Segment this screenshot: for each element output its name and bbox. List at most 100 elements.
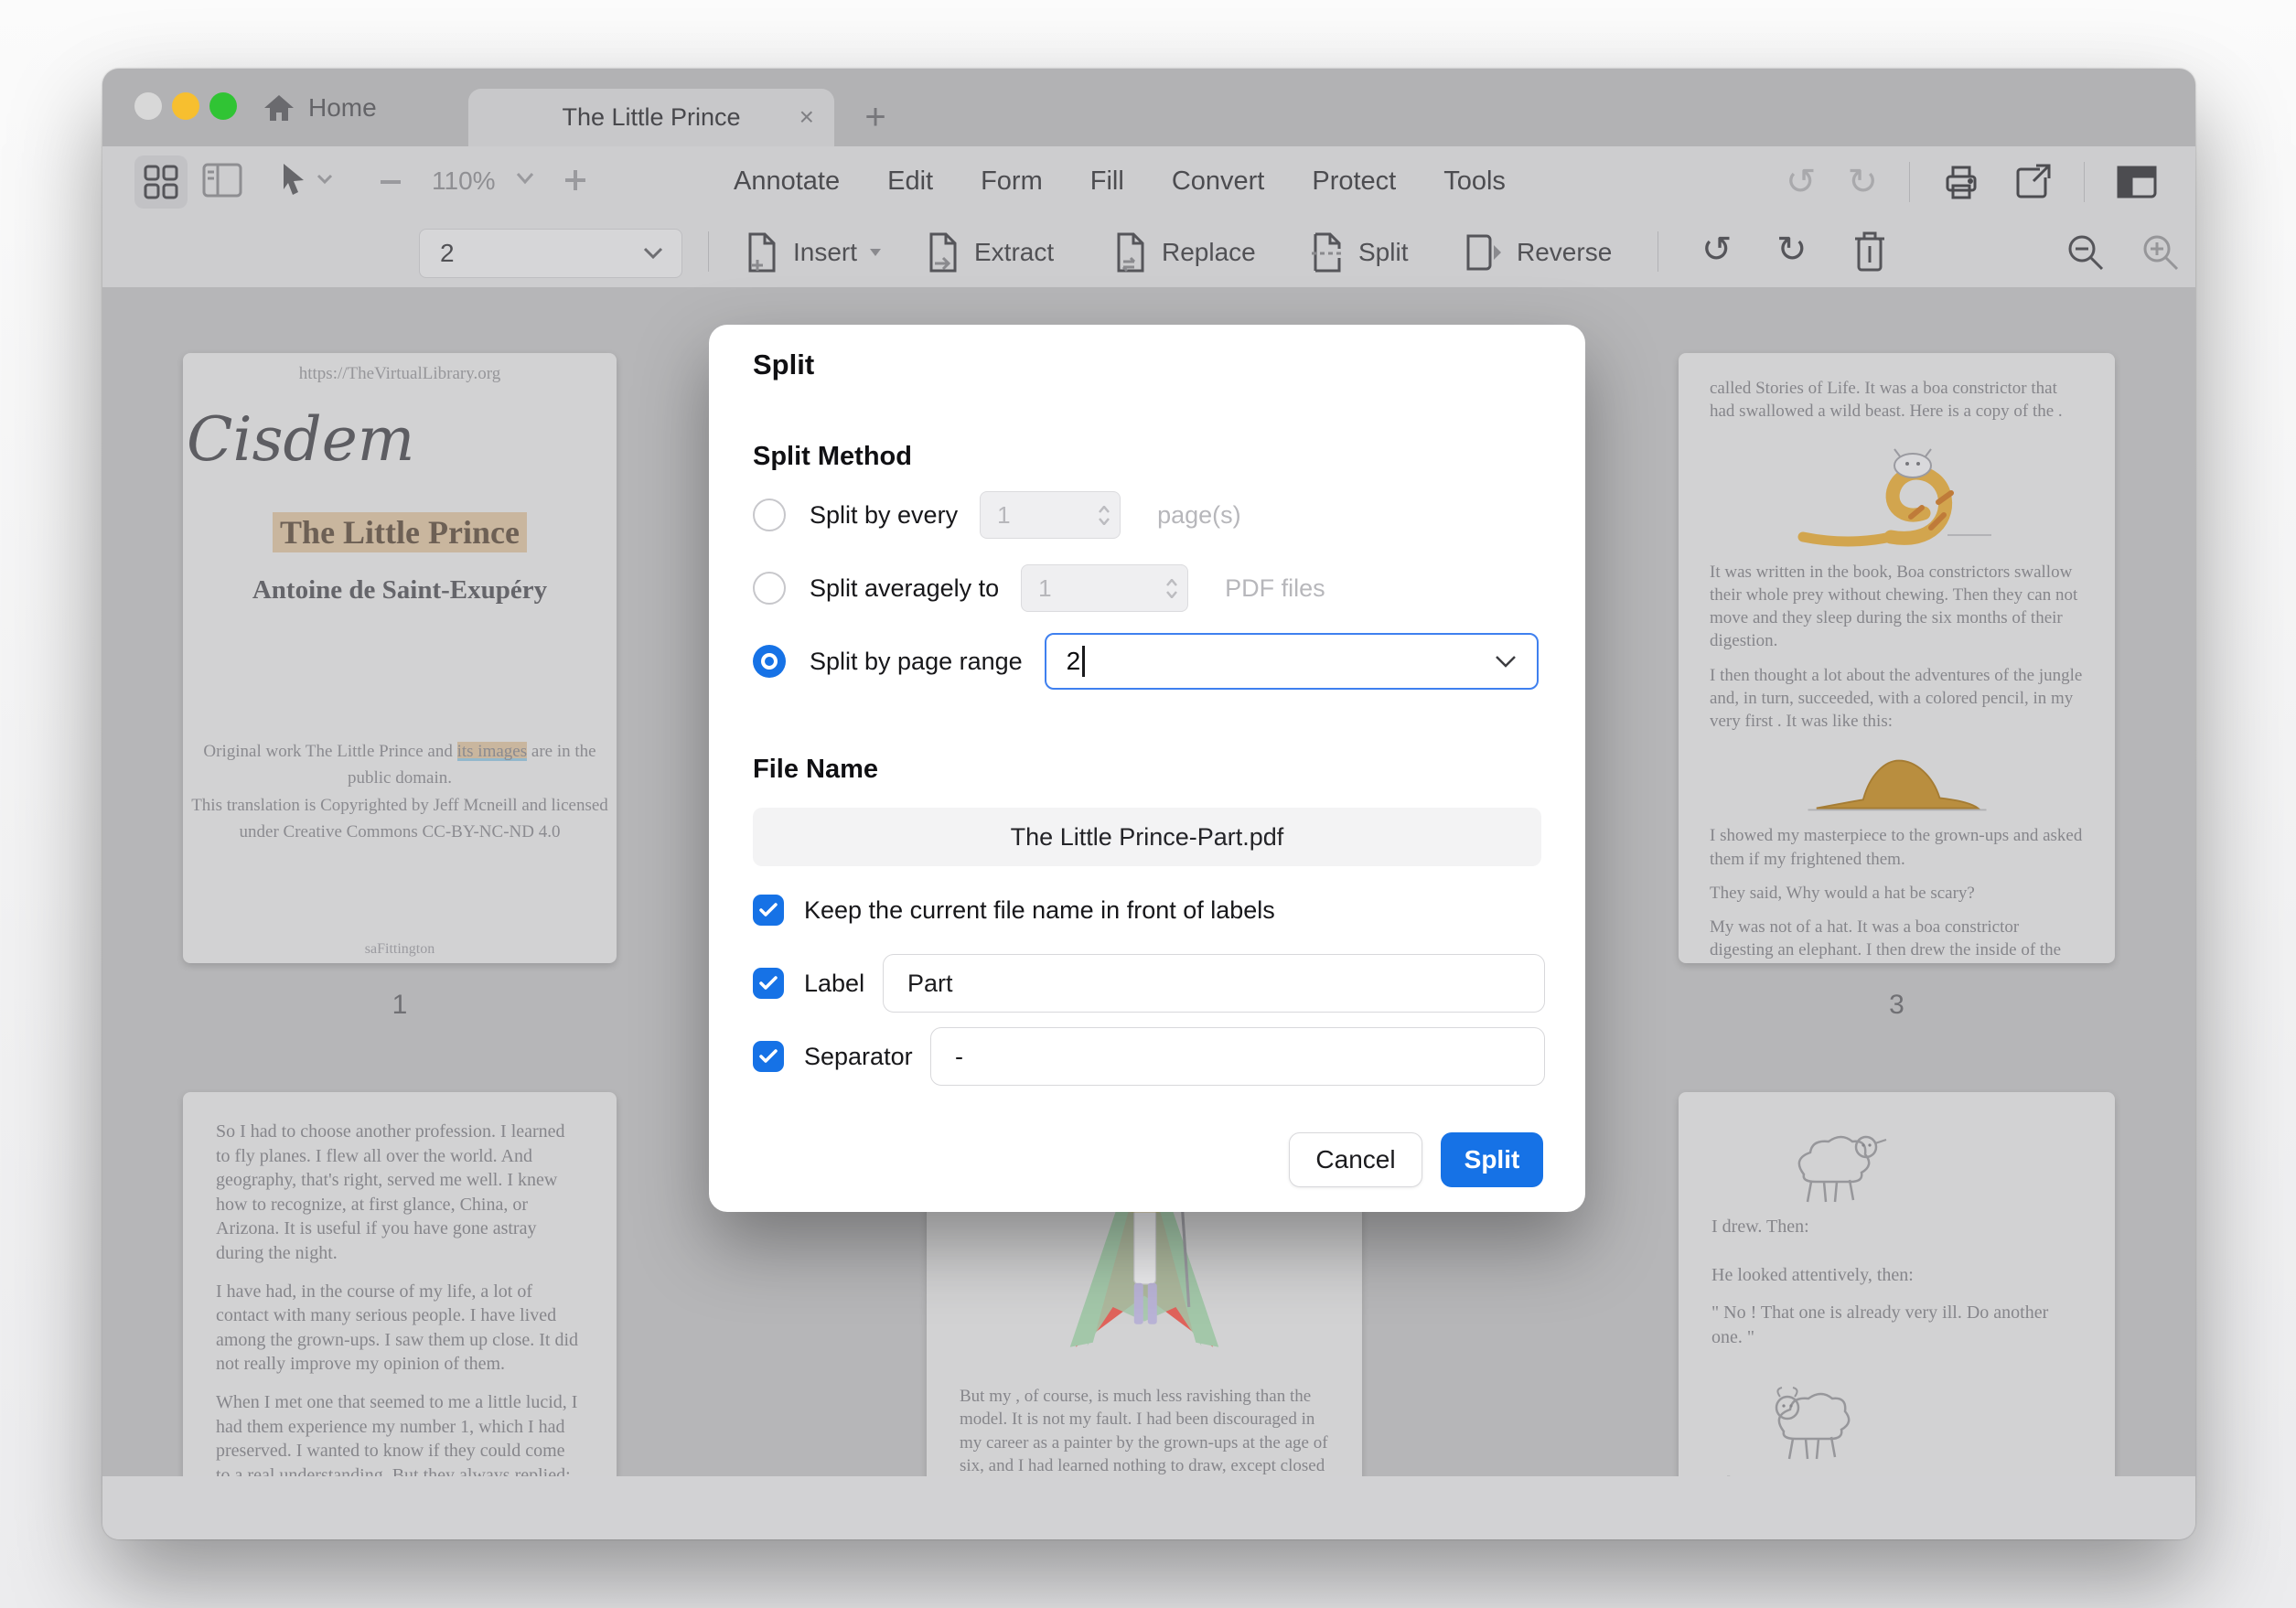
pages-suffix-label: page(s) (1157, 501, 1241, 530)
split-page-button[interactable]: Split (1308, 217, 1408, 287)
chevron-down-icon[interactable] (1495, 655, 1517, 669)
page1-book-title: The Little Prince (183, 513, 617, 552)
zoom-out-toolbar-button[interactable] (377, 168, 404, 196)
split-method-heading: Split Method (753, 442, 912, 472)
cancel-button[interactable]: Cancel (1289, 1132, 1422, 1187)
sidebar-panel-icon (201, 161, 243, 199)
page1-notes: Original work The Little Prince and its … (183, 738, 617, 846)
rotate-right-icon[interactable]: ↻ (1776, 231, 1808, 268)
menu-form[interactable]: Form (981, 166, 1043, 197)
extract-page-button[interactable]: Extract (924, 217, 1054, 287)
page-thumbnail-1[interactable]: https://TheVirtualLibrary.org Cisdem The… (183, 353, 617, 963)
sheep-sketch-2 (1748, 1380, 2082, 1472)
home-icon (263, 93, 295, 123)
sheep-sketch-1 (1772, 1123, 2082, 1215)
replace-page-icon (1111, 230, 1150, 274)
insert-page-button[interactable]: Insert (743, 217, 882, 287)
menu-bar: Annotate Edit Form Fill Convert Protect … (734, 146, 1506, 217)
page-thumbnail-4[interactable]: So I had to choose another profession. I… (183, 1092, 617, 1476)
split-page-label: Split (1358, 238, 1408, 267)
zoom-level-value[interactable]: 110% (432, 166, 496, 196)
share-export-icon[interactable] (2012, 162, 2053, 202)
select-tool-button[interactable] (282, 163, 333, 196)
split-every-count-stepper[interactable]: 1 (980, 491, 1121, 539)
radio-split-by-page-range[interactable] (753, 645, 786, 678)
rotate-left-icon[interactable]: ↺ (1701, 231, 1733, 268)
separator-checkbox-label: Separator (804, 1043, 913, 1071)
zoom-in-page-icon[interactable] (2140, 231, 2182, 273)
reverse-page-icon (1463, 230, 1505, 274)
insert-page-icon (743, 230, 781, 274)
tab-document[interactable]: The Little Prince × (468, 89, 834, 146)
split-by-page-range-label: Split by page range (810, 648, 1023, 676)
menu-tools[interactable]: Tools (1443, 166, 1506, 197)
paragraph: So I had to choose another profession. I… (216, 1120, 584, 1266)
reverse-page-button[interactable]: Reverse (1463, 217, 1612, 287)
caption-line: He looked attentively, then: (1711, 1263, 2082, 1288)
separator-input-value: - (955, 1043, 963, 1071)
radio-split-averagely[interactable] (753, 572, 786, 605)
radio-split-by-every[interactable] (753, 498, 786, 531)
paragraph: My was not of a hat. It was a boa constr… (1710, 916, 2084, 963)
zoom-chevron-icon[interactable] (516, 172, 534, 185)
menu-edit[interactable]: Edit (887, 166, 933, 197)
menu-protect[interactable]: Protect (1312, 166, 1396, 197)
separator-input[interactable]: - (930, 1027, 1545, 1086)
split-averagely-label: Split averagely to (810, 574, 999, 603)
page1-url-text: https://TheVirtualLibrary.org (183, 364, 617, 384)
keep-name-row: Keep the current file name in front of l… (753, 881, 1275, 939)
hat-drawing-illustration (1710, 744, 2084, 815)
paragraph: I showed my masterpiece to the grown-ups… (1710, 824, 2084, 871)
paragraph: called Stories of Life. It was a boa con… (1710, 377, 2084, 423)
checkbox-keep-name[interactable] (753, 895, 784, 926)
chevron-down-icon (643, 247, 663, 260)
page-thumbnail-6[interactable]: I drew. Then: He looked attentively, the… (1679, 1092, 2115, 1476)
text-caret (1082, 646, 1085, 677)
boa-swallowing-illustration (1710, 434, 2084, 552)
tab-home[interactable]: Home (263, 69, 377, 146)
page-thumbnail-3[interactable]: called Stories of Life. It was a boa con… (1679, 353, 2115, 963)
toolbar: 110% Annotate Edit Form Fill Convert Pro… (102, 146, 2195, 288)
label-input[interactable]: Part (883, 954, 1545, 1013)
undo-icon[interactable]: ↺ (1786, 164, 1817, 200)
split-by-every-label: Split by every (810, 501, 958, 530)
divider (1909, 162, 1910, 202)
zoom-in-toolbar-button[interactable] (562, 166, 589, 194)
redo-icon[interactable]: ↻ (1848, 164, 1879, 200)
traffic-light-zoom[interactable] (209, 92, 237, 120)
split-average-count-stepper[interactable]: 1 (1021, 564, 1188, 612)
paragraph: But my , of course, is much less ravishi… (960, 1385, 1329, 1476)
sidebar-panel-button[interactable] (201, 161, 243, 199)
traffic-light-minimize[interactable] (172, 92, 199, 120)
split-averagely-row: Split averagely to 1 PDF files (753, 561, 1325, 616)
stepper-arrows-icon[interactable] (1098, 506, 1110, 525)
page-range-value: 2 (1067, 647, 1081, 676)
checkbox-label[interactable] (753, 968, 784, 999)
traffic-light-close[interactable] (134, 92, 162, 120)
close-tab-icon[interactable]: × (799, 102, 814, 132)
delete-page-icon[interactable] (1851, 230, 1888, 273)
divider (708, 231, 709, 272)
checkbox-separator[interactable] (753, 1041, 784, 1072)
toolbar-right-group: ↺ ↻ (1786, 146, 2158, 217)
page-range-combobox[interactable]: 2 (1045, 633, 1539, 690)
split-dialog: Split Split Method Split by every 1 page… (709, 325, 1585, 1212)
menu-convert[interactable]: Convert (1172, 166, 1265, 197)
paragraph: They said, Why would a hat be scary? (1710, 882, 2084, 905)
page1-number-label: 1 (183, 990, 617, 1026)
split-confirm-button[interactable]: Split (1441, 1132, 1543, 1187)
stepper-arrows-icon[interactable] (1165, 579, 1178, 598)
zoom-out-page-icon[interactable] (2065, 231, 2107, 273)
label-row: Label (753, 954, 864, 1013)
layout-panel-icon[interactable] (2116, 164, 2158, 200)
plus-icon: + (864, 97, 885, 138)
menu-fill[interactable]: Fill (1090, 166, 1124, 197)
thumbnail-view-button[interactable] (134, 155, 188, 209)
menu-annotate[interactable]: Annotate (734, 166, 840, 197)
replace-page-label: Replace (1162, 238, 1256, 267)
print-icon[interactable] (1941, 162, 1981, 202)
page-number-dropdown[interactable]: 2 (419, 229, 682, 278)
replace-page-button[interactable]: Replace (1111, 217, 1256, 287)
new-tab-button[interactable]: + (848, 89, 903, 146)
page3-number-label: 3 (1679, 990, 2115, 1026)
